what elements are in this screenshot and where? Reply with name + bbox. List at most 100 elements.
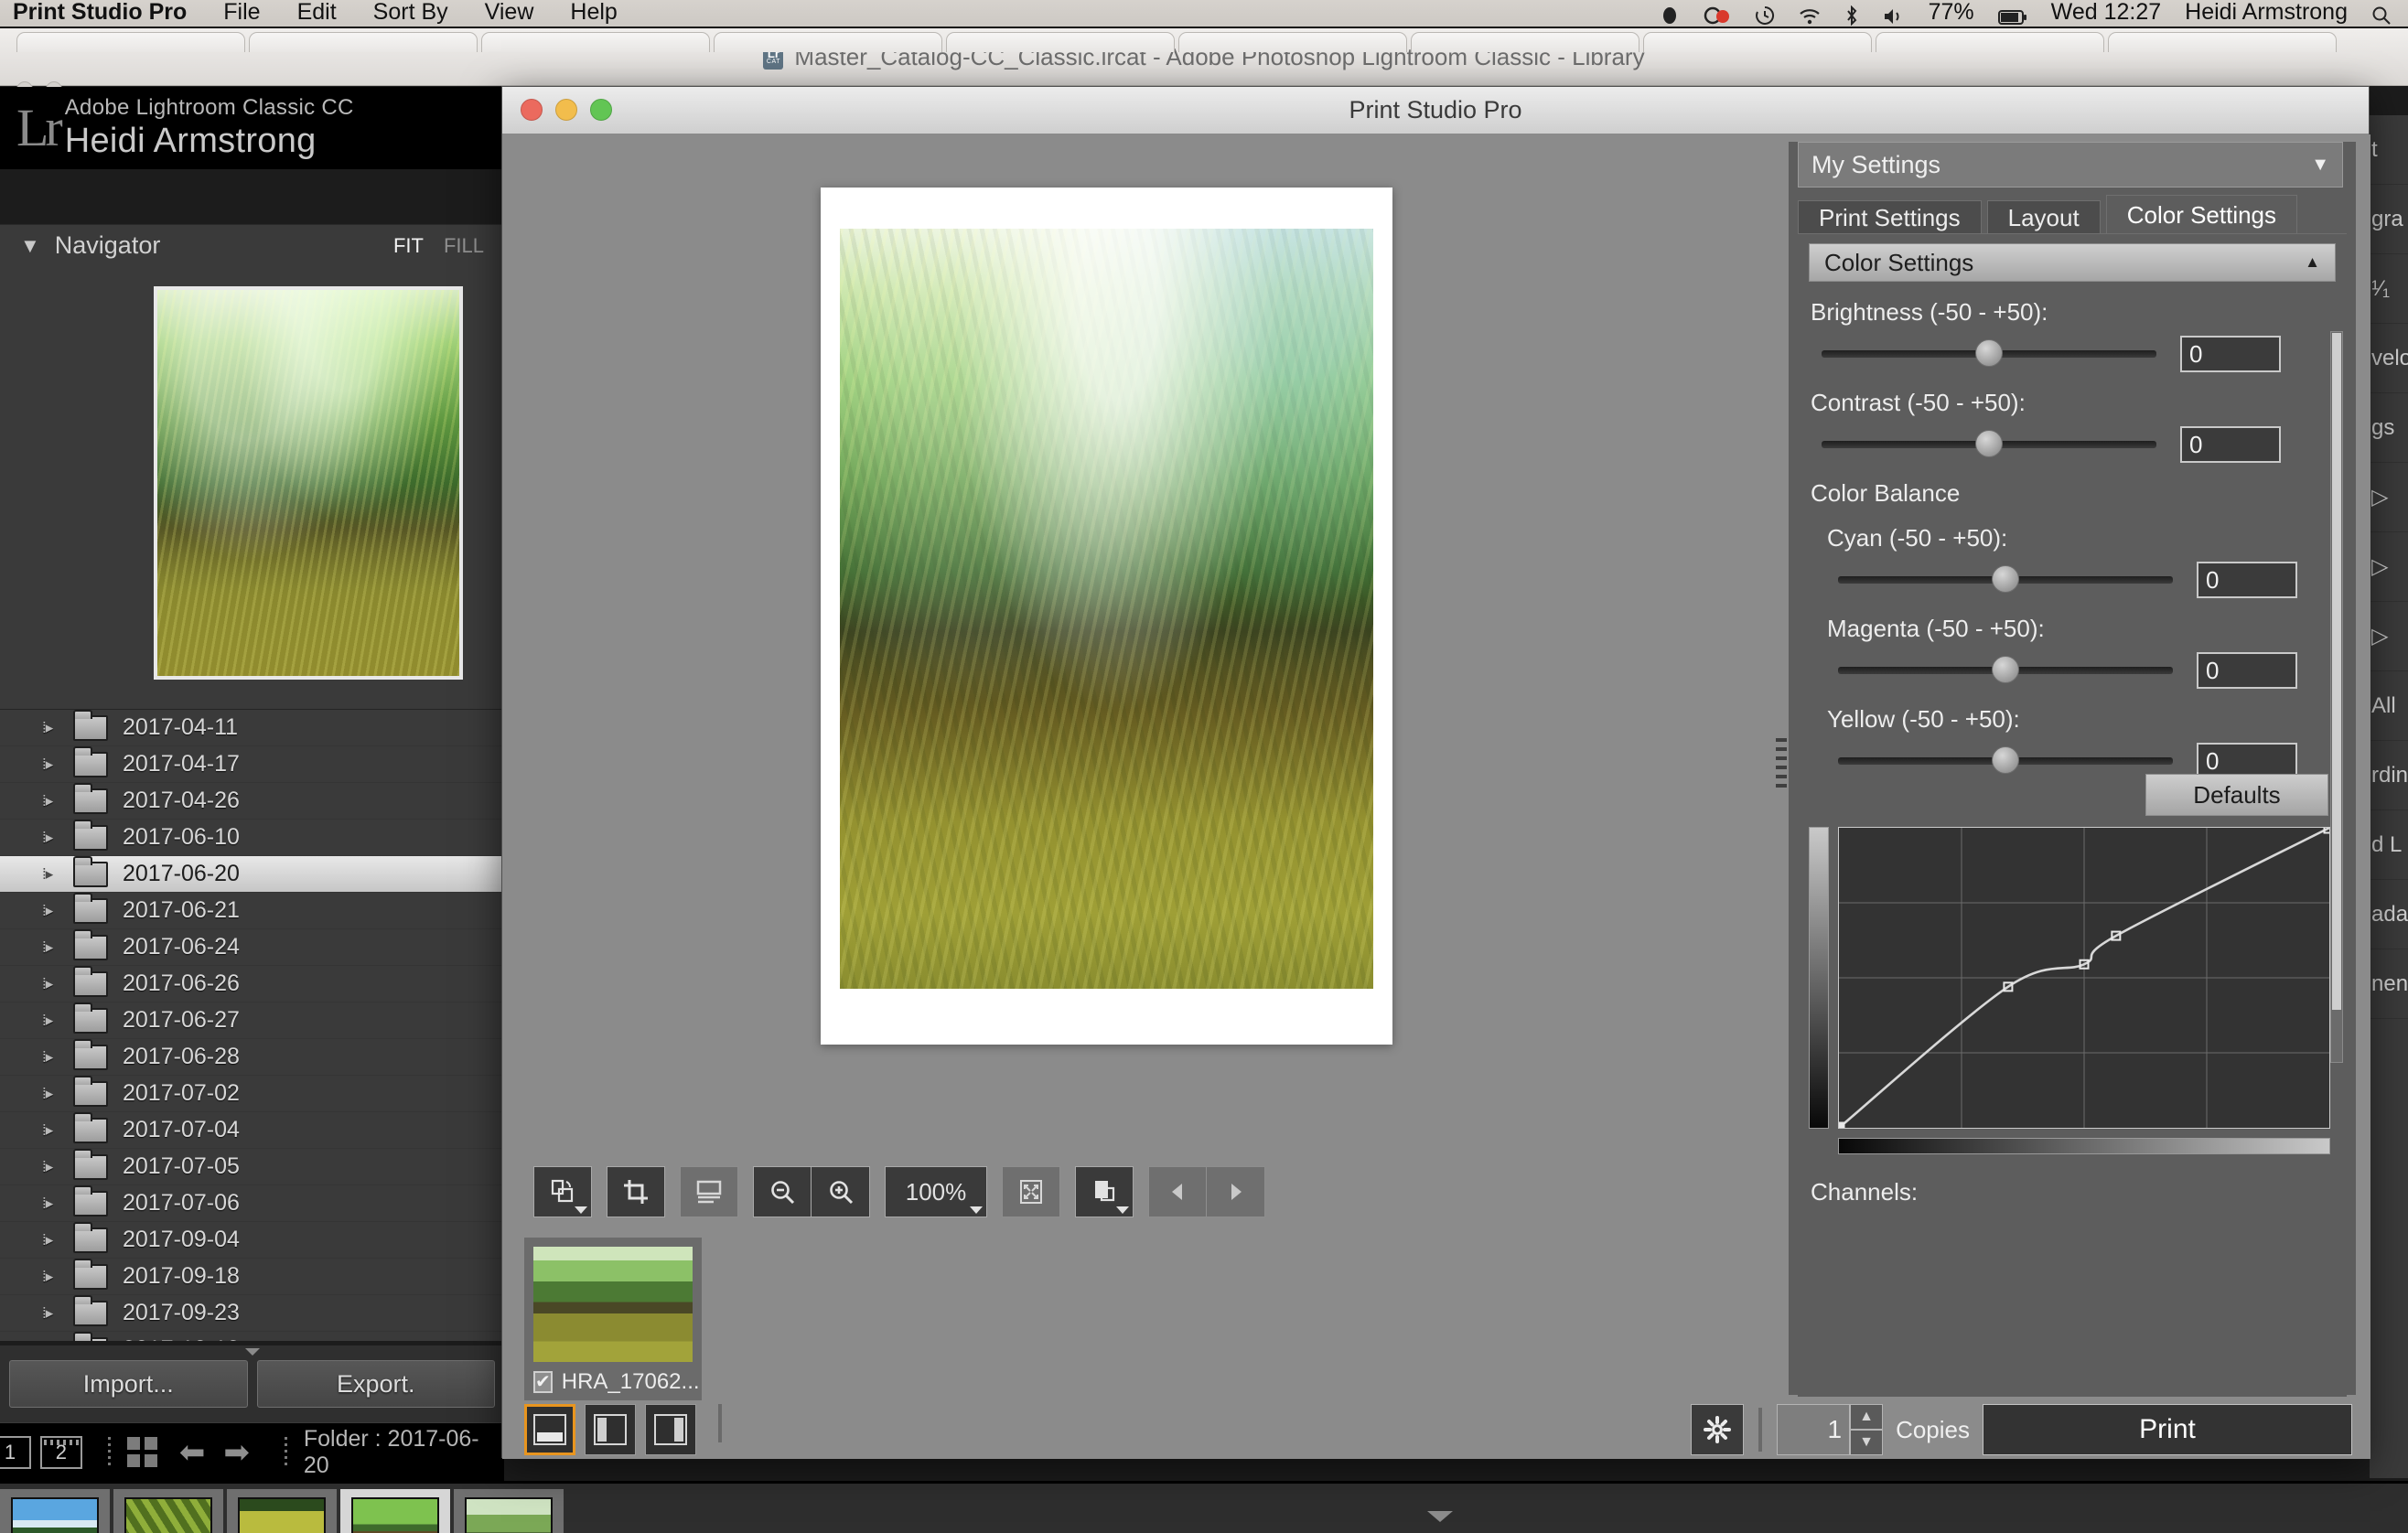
navigator-header[interactable]: ▼ Navigator FIT FILL — [0, 224, 504, 266]
menu-item-view[interactable]: View — [485, 0, 534, 26]
tab-color-settings[interactable]: Color Settings — [2105, 195, 2298, 235]
view-mode-split-left-button[interactable] — [585, 1404, 636, 1455]
navigator-fit-button[interactable]: FIT — [393, 234, 424, 258]
folder-row[interactable]: ⁞▸ 2017-04-11 — [0, 710, 504, 746]
tone-curve-graph[interactable] — [1838, 827, 2330, 1129]
settings-panel-scrollbar[interactable] — [2330, 331, 2343, 1063]
chevron-down-icon[interactable] — [970, 1206, 983, 1214]
cyan-slider[interactable] — [1838, 565, 2173, 593]
wifi-icon[interactable] — [1799, 7, 1821, 26]
folder-row[interactable]: ⁞▸ 2017-07-05 — [0, 1148, 504, 1185]
chevron-down-icon[interactable]: ▼ — [2311, 155, 2329, 176]
thumbnail-checkbox[interactable]: ✔ — [533, 1371, 553, 1393]
color-settings-section-header[interactable]: Color Settings ▲ — [1809, 243, 2336, 282]
user-name-label[interactable]: Heidi Armstrong — [2185, 0, 2348, 26]
filmstrip-thumbnail-selected[interactable] — [340, 1489, 450, 1533]
window-tab[interactable] — [16, 32, 245, 52]
back-arrow-icon[interactable]: ⬅ — [179, 1437, 206, 1468]
folder-row[interactable]: ⁞▸ 2017-07-02 — [0, 1075, 504, 1112]
folder-row[interactable]: ⁞▸ 2017-06-26 — [0, 965, 504, 1002]
pane-drag-handle[interactable] — [1776, 738, 1787, 793]
window-tab[interactable] — [1178, 32, 1407, 52]
window-tab[interactable] — [1643, 32, 1872, 52]
window-tab[interactable] — [249, 32, 478, 52]
tab-print-settings[interactable]: Print Settings — [1798, 200, 1982, 235]
my-settings-dropdown[interactable]: My Settings ▼ — [1798, 142, 2343, 188]
record-icon[interactable] — [1704, 5, 1731, 26]
brightness-value-field[interactable]: 0 — [2180, 336, 2281, 372]
menu-item-help[interactable]: Help — [570, 0, 617, 26]
window-tab[interactable] — [1876, 32, 2104, 52]
clock-label[interactable]: Wed 12:27 — [2051, 0, 2161, 26]
folder-row[interactable]: ⁞▸ 2017-09-18 — [0, 1258, 504, 1295]
print-button[interactable]: Print — [1983, 1404, 2352, 1455]
bluetooth-icon[interactable] — [1844, 5, 1859, 26]
magenta-value-field[interactable]: 0 — [2197, 652, 2297, 689]
slider-knob[interactable] — [1992, 746, 2019, 774]
gear-icon[interactable] — [1691, 1404, 1745, 1455]
folders-list[interactable]: ⁞▸ 2017-04-11 ⁞▸ 2017-04-17 ⁞▸ 2017-04-2… — [0, 710, 504, 1341]
yellow-slider[interactable] — [1838, 746, 2173, 774]
copies-input[interactable]: 1 — [1777, 1404, 1851, 1455]
zoom-in-button[interactable] — [812, 1166, 870, 1217]
crop-tool-button[interactable] — [607, 1166, 665, 1217]
slider-knob[interactable] — [1992, 656, 2019, 683]
menu-app-name[interactable]: Print Studio Pro — [13, 0, 187, 26]
slider-knob[interactable] — [1992, 565, 2019, 593]
screen-one-button[interactable]: 1 — [0, 1435, 31, 1469]
folder-row[interactable]: ⁞▸ 2017-04-17 — [0, 745, 504, 783]
copies-stepper[interactable]: ▲ ▼ — [1850, 1404, 1884, 1455]
copies-decrement-button[interactable]: ▼ — [1850, 1430, 1884, 1455]
menu-item-sort-by[interactable]: Sort By — [373, 0, 448, 26]
window-tab[interactable] — [946, 32, 1175, 52]
scrollbar-thumb[interactable] — [2332, 333, 2341, 1010]
next-page-button[interactable] — [1207, 1166, 1265, 1217]
filmstrip-thumbnail[interactable] — [227, 1489, 337, 1533]
filmstrip-source-label[interactable]: Folder : 2017-06-20 — [304, 1426, 504, 1479]
magenta-slider[interactable] — [1838, 656, 2173, 683]
folder-row[interactable]: ⁞▸ 2017-06-24 — [0, 928, 504, 966]
folder-row[interactable]: ⁞▸ 2017-06-21 — [0, 892, 504, 929]
filmstrip[interactable] — [0, 1481, 2408, 1533]
tab-layout[interactable]: Layout — [1986, 200, 2101, 235]
lightroom-right-panel-sliver[interactable]: t gra ¹∕₁ velo gs ▷ ▷ ▷ All rdin d L ada… — [2370, 115, 2408, 1478]
minimize-button[interactable] — [555, 99, 577, 121]
chevron-down-icon[interactable] — [575, 1206, 587, 1214]
filmstrip-thumbnail[interactable] — [113, 1489, 223, 1533]
timemachine-icon[interactable] — [1755, 5, 1775, 26]
page-setup-button[interactable] — [680, 1166, 738, 1217]
zoom-level-button[interactable]: 100% — [885, 1166, 987, 1217]
folder-row[interactable]: ⁞▸ 2017-09-23 — [0, 1294, 504, 1332]
window-tab[interactable] — [714, 32, 942, 52]
contrast-slider[interactable] — [1822, 430, 2156, 457]
dropbox-icon[interactable] — [1660, 5, 1680, 26]
folder-row[interactable]: ⁞▸ 2017-07-06 — [0, 1185, 504, 1222]
slider-knob[interactable] — [1975, 430, 2003, 457]
panel-collapse-caret-icon[interactable] — [244, 1348, 260, 1356]
zoom-button[interactable] — [590, 99, 612, 121]
slider-knob[interactable] — [1975, 339, 2003, 367]
bottom-panel-toggle-caret-icon[interactable] — [1427, 1511, 1453, 1522]
previous-page-button[interactable] — [1148, 1166, 1207, 1217]
folder-row[interactable]: ⁞▸ 2017-06-27 — [0, 1002, 504, 1039]
print-page-sheet[interactable] — [821, 188, 1392, 1045]
print-preview-canvas[interactable] — [515, 142, 1789, 1148]
folder-row[interactable]: ⁞▸ 2017-06-28 — [0, 1038, 504, 1076]
grid-view-icon[interactable] — [126, 1437, 157, 1467]
folder-row[interactable]: ⁞▸ 2017-09-04 — [0, 1221, 504, 1259]
folder-row-selected[interactable]: ⁞▸ 2017-06-20 — [0, 855, 504, 893]
folder-row[interactable]: ⁞▸ 2017-07-04 — [0, 1111, 504, 1149]
rotate-tool-button[interactable] — [533, 1166, 592, 1217]
cyan-value-field[interactable]: 0 — [2197, 562, 2297, 598]
brightness-slider[interactable] — [1822, 339, 2156, 367]
contrast-value-field[interactable]: 0 — [2180, 426, 2281, 463]
forward-arrow-icon[interactable]: ➡ — [223, 1437, 250, 1468]
window-tab[interactable] — [2108, 32, 2337, 52]
import-button[interactable]: Import... — [9, 1360, 248, 1408]
zoom-out-button[interactable] — [753, 1166, 812, 1217]
folder-row[interactable]: ⁞▸ 2017-06-10 — [0, 819, 504, 856]
screen-two-button[interactable]: 2 — [39, 1435, 82, 1469]
navigator-fill-button[interactable]: FILL — [444, 234, 484, 258]
filmstrip-thumbnail[interactable] — [454, 1489, 564, 1533]
menu-item-edit[interactable]: Edit — [297, 0, 337, 26]
